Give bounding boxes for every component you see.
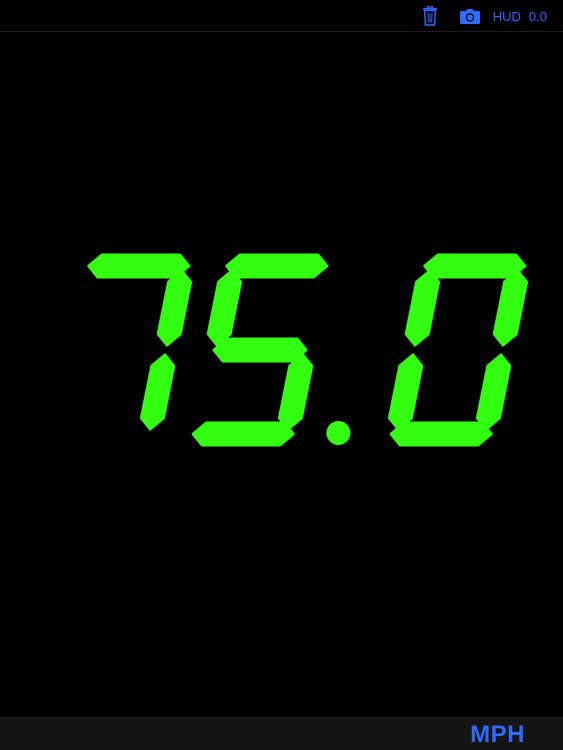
segment-e [387,353,424,431]
segment-f [404,269,441,347]
trash-icon[interactable] [421,6,439,26]
segment-d [191,421,295,447]
speed-digit-0 [87,253,193,431]
segment-a [225,253,329,279]
segment-b [156,269,193,347]
segment-f [206,269,243,347]
speed-digit-1 [191,253,329,447]
decimal-point [326,421,351,445]
segment-c [277,353,314,431]
unit-toggle-button[interactable]: MPH [470,721,525,749]
segment-g [212,337,308,363]
segment-a [87,253,191,279]
hud-toggle-button[interactable]: HUD [493,9,521,24]
segment-d [389,421,493,447]
segment-a [423,253,527,279]
hud-value: 0.0 [528,8,547,24]
bottom-bar: MPH [0,717,563,750]
segment-b [492,269,529,347]
top-toolbar: HUD 0.0 [0,0,563,32]
speed-readout [40,250,532,450]
toolbar-controls: HUD 0.0 [421,6,547,26]
segment-c [139,353,176,431]
segment-c [475,353,512,431]
seven-segment-display [87,253,529,447]
speed-digit-2 [387,253,529,447]
camera-icon[interactable] [459,7,481,25]
